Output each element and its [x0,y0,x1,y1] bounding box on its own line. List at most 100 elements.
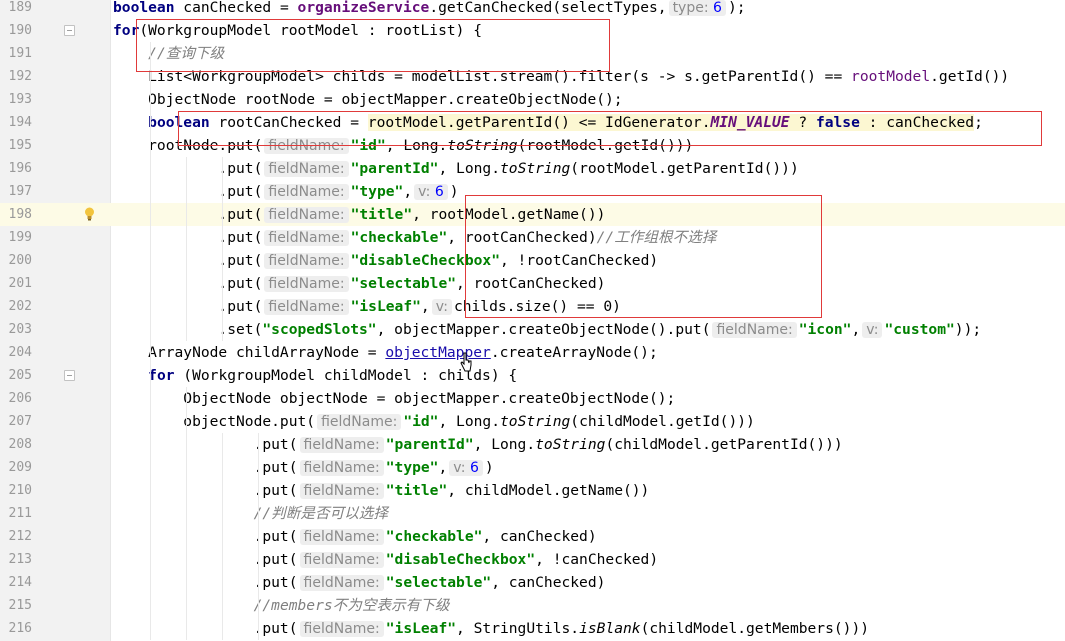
code-line[interactable]: 211 //判断是否可以选择 [0,502,1065,525]
code-line[interactable]: 214 .put(fieldName: "selectable", canChec… [0,571,1065,594]
line-number[interactable]: 208 [0,433,32,456]
code-token: .put( [113,275,263,292]
parameter-hint: v: [862,322,883,338]
parameter-hint-label: fieldName: [303,460,380,476]
indent-guide [150,617,151,640]
code-token: ) [484,459,494,476]
code-token: objectNode.put( [113,413,316,430]
line-number[interactable]: 204 [0,341,32,364]
code-line[interactable]: 207 objectNode.put(fieldName: "id", Long.… [0,410,1065,433]
line-number[interactable]: 193 [0,88,32,111]
indent-guide [150,272,151,295]
line-number[interactable]: 199 [0,226,32,249]
line-number[interactable]: 201 [0,272,32,295]
indent-guide [222,548,223,571]
indent-guide [186,548,187,571]
parameter-hint-label: fieldName: [303,483,380,499]
code-text: //判断是否可以选择 [113,502,388,525]
line-number[interactable]: 191 [0,42,32,65]
parameter-hint: fieldName: [264,207,349,223]
line-number[interactable]: 213 [0,548,32,571]
line-number[interactable]: 197 [0,180,32,203]
indent-guide [150,479,151,502]
indent-guide [150,318,151,341]
code-editor[interactable]: 189 boolean canChecked = organizeService.… [0,0,1065,640]
indent-guide [150,157,151,180]
code-line[interactable]: 209 .put(fieldName: "type", v: 6) [0,456,1065,479]
line-number[interactable]: 209 [0,456,32,479]
indent-guide [150,226,151,249]
parameter-hint-label: fieldName: [716,322,793,338]
code-text: objectNode.put(fieldName: "id", Long.toSt… [113,410,755,434]
code-line[interactable]: 193 ObjectNode rootNode = objectMapper.c… [0,88,1065,111]
code-line[interactable]: 206 ObjectNode objectNode = objectMapper… [0,387,1065,410]
parameter-hint-label: v: [453,460,466,476]
line-number[interactable]: 212 [0,525,32,548]
line-number[interactable]: 206 [0,387,32,410]
indent-guide [222,479,223,502]
code-token: , !canChecked) [535,551,659,568]
line-number[interactable]: 189 [0,0,32,19]
line-number[interactable]: 200 [0,249,32,272]
code-line[interactable]: 205 for (WorkgroupModel childModel : chi… [0,364,1065,387]
code-token: , Long. [438,160,500,177]
line-number[interactable]: 205 [0,364,32,387]
line-number[interactable]: 196 [0,157,32,180]
indent-guide [150,180,151,203]
static-method: toString [535,436,606,453]
code-line[interactable]: 215 //members不为空表示有下级 [0,594,1065,617]
code-token: , StringUtils. [456,620,580,637]
string-literal: "type" [385,459,439,476]
line-number[interactable]: 216 [0,617,32,640]
code-line[interactable]: 203 .set("scopedSlots", objectMapper.cre… [0,318,1065,341]
line-number[interactable]: 211 [0,502,32,525]
line-number[interactable]: 215 [0,594,32,617]
code-text: .put(fieldName: "title", childModel.getNa… [113,479,649,503]
line-number[interactable]: 192 [0,65,32,88]
line-number[interactable]: 198 [0,203,32,226]
string-literal: "checkable" [385,528,483,545]
parameter-hint-label: fieldName: [303,621,380,637]
code-token: ObjectNode rootNode = objectMapper.creat… [113,91,623,108]
code-token: (rootModel.getParentId())) [570,160,799,177]
line-number[interactable]: 195 [0,134,32,157]
code-line[interactable]: 196 .put(fieldName: "parentId", Long.toSt… [0,157,1065,180]
code-token: , [851,321,861,338]
line-number[interactable]: 210 [0,479,32,502]
fold-toggle-icon[interactable] [64,25,75,36]
string-literal: "isLeaf" [385,620,457,637]
lightbulb-icon[interactable] [84,207,95,221]
indent-guide [186,594,187,617]
line-number[interactable]: 214 [0,571,32,594]
code-token: .put( [113,298,263,315]
comment: //members不为空表示有下级 [253,597,450,614]
parameter-hint-label: fieldName: [268,276,345,292]
code-token: .getCanChecked(selectTypes, [429,0,667,16]
line-number[interactable]: 190 [0,19,32,42]
indent-guide [150,203,151,226]
fold-toggle-icon[interactable] [64,370,75,381]
hyperlink-ref[interactable]: objectMapper [385,344,490,361]
indent-guide [186,571,187,594]
line-number[interactable]: 202 [0,295,32,318]
code-line[interactable]: 189 boolean canChecked = organizeService.… [0,0,1065,19]
code-line[interactable]: 208 .put(fieldName: "parentId", Long.toSt… [0,433,1065,456]
indent-guide [150,88,151,111]
line-number[interactable]: 207 [0,410,32,433]
indent-guide [186,295,187,318]
code-token: , Long. [473,436,536,453]
code-token: ArrayNode childArrayNode = [113,344,386,361]
line-number[interactable]: 203 [0,318,32,341]
string-literal: "title" [385,482,448,499]
line-number[interactable]: 194 [0,111,32,134]
code-line[interactable]: 216 .put(fieldName: "isLeaf", StringUtils… [0,617,1065,640]
code-text: //members不为空表示有下级 [113,594,450,617]
code-line[interactable]: 213 .put(fieldName: "disableCheckbox", !c… [0,548,1065,571]
indent-guide [186,180,187,203]
code-line[interactable]: 204 ArrayNode childArrayNode = objectMap… [0,341,1065,364]
code-line[interactable]: 212 .put(fieldName: "checkable", canCheck… [0,525,1065,548]
code-line[interactable]: 210 .put(fieldName: "title", childModel.g… [0,479,1065,502]
code-text: ObjectNode objectNode = objectMapper.cre… [113,387,675,410]
parameter-hint: v: 6 [414,184,448,200]
code-token: .put( [113,574,298,591]
